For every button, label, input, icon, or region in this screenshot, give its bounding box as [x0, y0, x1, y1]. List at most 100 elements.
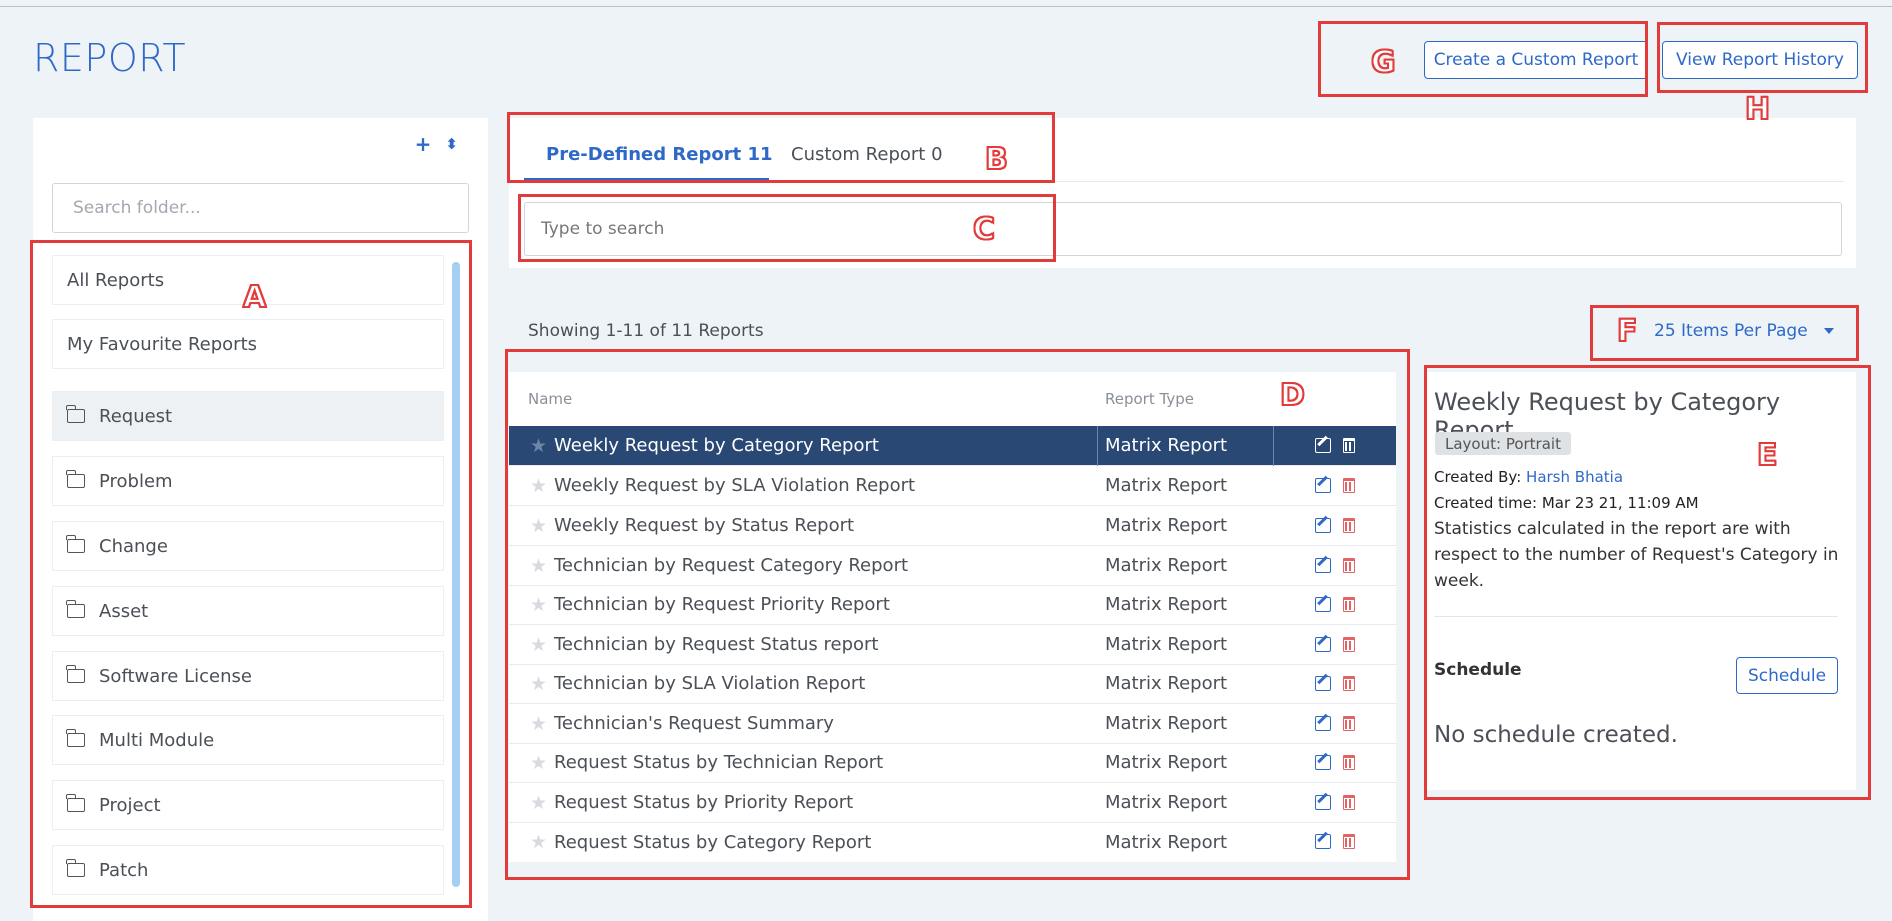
folder-icon: [66, 794, 85, 812]
trash-icon[interactable]: [1343, 676, 1355, 691]
folder-icon: [66, 405, 85, 423]
report-name[interactable]: Technician by SLA Violation Report: [554, 673, 865, 694]
folder-search-input[interactable]: Search folder...: [52, 183, 469, 233]
report-name[interactable]: Technician by Request Priority Report: [554, 594, 890, 615]
tabs-divider: [524, 181, 1844, 182]
trash-icon[interactable]: [1343, 637, 1355, 652]
folder-scrollbar[interactable]: [452, 262, 460, 887]
table-row[interactable]: ★ Technician's Request Summary Matrix Re…: [509, 704, 1396, 744]
report-name[interactable]: Technician by Request Status report: [554, 634, 878, 655]
trash-icon[interactable]: [1343, 597, 1355, 612]
report-name[interactable]: Technician by Request Category Report: [554, 555, 908, 576]
table-row[interactable]: ★ Weekly Request by Status Report Matrix…: [509, 506, 1396, 546]
trash-icon[interactable]: [1343, 834, 1355, 849]
edit-icon[interactable]: [1315, 637, 1331, 652]
table-row[interactable]: ★ Technician by Request Category Report …: [509, 546, 1396, 586]
edit-icon[interactable]: [1315, 795, 1331, 810]
report-name[interactable]: Weekly Request by SLA Violation Report: [554, 475, 915, 496]
items-per-page-dropdown[interactable]: 25 Items Per Page: [1654, 321, 1834, 341]
annotation-label-g: G: [1370, 44, 1397, 81]
star-icon[interactable]: ★: [530, 634, 547, 656]
no-schedule-message: No schedule created.: [1434, 722, 1678, 748]
edit-icon[interactable]: [1315, 438, 1331, 453]
tab-pre-defined-report[interactable]: Pre-Defined Report 11: [546, 144, 773, 165]
edit-icon[interactable]: [1315, 518, 1331, 533]
table-row[interactable]: ★ Weekly Request by SLA Violation Report…: [509, 466, 1396, 506]
report-name[interactable]: Request Status by Category Report: [554, 832, 871, 853]
sidebar-item-label: Multi Module: [99, 729, 215, 751]
table-row[interactable]: ★ Technician by Request Status report Ma…: [509, 625, 1396, 665]
star-icon[interactable]: ★: [530, 713, 547, 735]
report-type: Matrix Report: [1105, 752, 1228, 773]
sidebar-item-request[interactable]: Request: [52, 391, 444, 441]
created-time: Created time: Mar 23 21, 11:09 AM: [1434, 494, 1699, 512]
trash-icon[interactable]: [1343, 518, 1355, 533]
trash-icon[interactable]: [1343, 438, 1355, 453]
trash-icon[interactable]: [1343, 716, 1355, 731]
star-icon[interactable]: ★: [530, 673, 547, 695]
schedule-button[interactable]: Schedule: [1736, 657, 1838, 694]
report-type: Matrix Report: [1105, 673, 1228, 694]
table-row[interactable]: ★ Request Status by Priority Report Matr…: [509, 783, 1396, 823]
star-icon[interactable]: ★: [530, 555, 547, 577]
trash-icon[interactable]: [1343, 478, 1355, 493]
table-row[interactable]: ★ Technician by Request Priority Report …: [509, 585, 1396, 625]
annotation-label-d: D: [1279, 377, 1306, 414]
created-by: Created By: Harsh Bhatia: [1434, 468, 1623, 486]
table-row[interactable]: ★ Request Status by Technician Report Ma…: [509, 743, 1396, 783]
edit-icon[interactable]: [1315, 755, 1331, 770]
table-row[interactable]: ★ Technician by SLA Violation Report Mat…: [509, 664, 1396, 704]
edit-icon[interactable]: [1315, 676, 1331, 691]
sort-icon[interactable]: ⬍: [445, 132, 458, 156]
tab-custom-report[interactable]: Custom Report 0: [791, 144, 943, 165]
table-row[interactable]: ★ Request Status by Category Report Matr…: [509, 822, 1396, 862]
created-by-link[interactable]: Harsh Bhatia: [1526, 468, 1623, 486]
report-name[interactable]: Weekly Request by Status Report: [554, 515, 854, 536]
star-icon[interactable]: ★: [530, 515, 547, 537]
edit-icon[interactable]: [1315, 478, 1331, 493]
report-type: Matrix Report: [1105, 435, 1228, 456]
table-row[interactable]: ★ Weekly Request by Category Report Matr…: [509, 426, 1396, 466]
report-name[interactable]: Request Status by Priority Report: [554, 792, 853, 813]
chevron-down-icon: [1823, 328, 1834, 334]
star-icon[interactable]: ★: [530, 752, 547, 774]
report-type: Matrix Report: [1105, 475, 1228, 496]
sidebar-item-problem[interactable]: Problem: [52, 456, 444, 506]
sidebar-item-patch[interactable]: Patch: [52, 845, 444, 895]
report-name[interactable]: Technician's Request Summary: [554, 713, 834, 734]
edit-icon[interactable]: [1315, 597, 1331, 612]
sidebar-item-label: Request: [99, 405, 173, 427]
trash-icon[interactable]: [1343, 795, 1355, 810]
sidebar-item-multi-module[interactable]: Multi Module: [52, 715, 444, 765]
sidebar-item-software-license[interactable]: Software License: [52, 651, 444, 701]
details-divider: [1434, 616, 1838, 617]
annotation-label-h: H: [1744, 91, 1771, 128]
sidebar-item-asset[interactable]: Asset: [52, 586, 444, 636]
edit-icon[interactable]: [1315, 834, 1331, 849]
star-icon[interactable]: ★: [530, 831, 547, 853]
report-name[interactable]: Weekly Request by Category Report: [554, 435, 879, 456]
trash-icon[interactable]: [1343, 558, 1355, 573]
edit-icon[interactable]: [1315, 558, 1331, 573]
sidebar-item-project[interactable]: Project: [52, 780, 444, 830]
star-icon[interactable]: ★: [530, 435, 547, 457]
report-search-input[interactable]: Type to search: [524, 202, 1842, 256]
sidebar-item-my-favourite-reports[interactable]: My Favourite Reports: [52, 319, 444, 369]
report-name[interactable]: Request Status by Technician Report: [554, 752, 883, 773]
sidebar-item-label: Patch: [99, 859, 149, 881]
report-type: Matrix Report: [1105, 831, 1228, 853]
add-folder-icon[interactable]: +: [415, 132, 432, 156]
top-divider: [0, 6, 1892, 7]
column-header-name: Name: [528, 390, 573, 408]
edit-icon[interactable]: [1315, 716, 1331, 731]
view-report-history-button[interactable]: View Report History: [1662, 41, 1858, 79]
star-icon[interactable]: ★: [530, 792, 547, 814]
sidebar-item-change[interactable]: Change: [52, 521, 444, 571]
column-divider: [1097, 426, 1098, 466]
star-icon[interactable]: ★: [530, 475, 547, 497]
create-custom-report-button[interactable]: Create a Custom Report: [1424, 41, 1648, 79]
page-title: REPORT: [33, 36, 187, 80]
trash-icon[interactable]: [1343, 755, 1355, 770]
star-icon[interactable]: ★: [530, 594, 547, 616]
created-time-label: Created time:: [1434, 494, 1538, 512]
